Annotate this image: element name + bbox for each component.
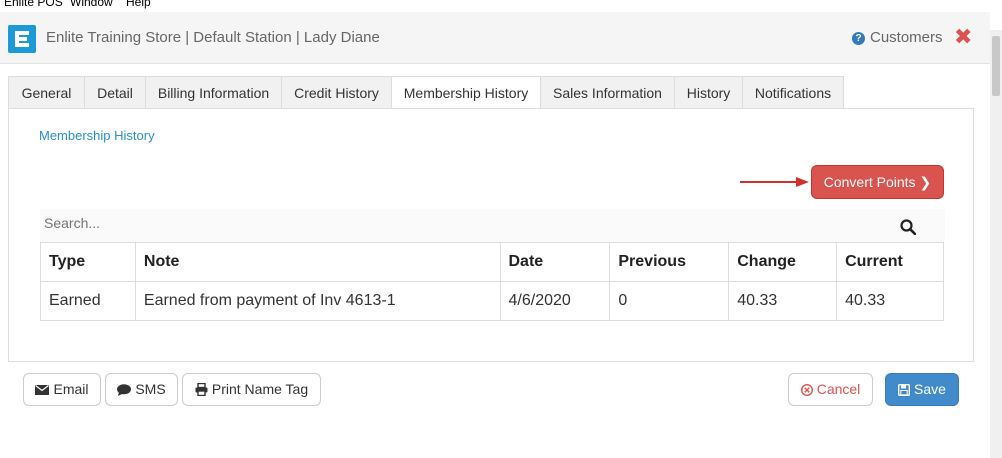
- save-button[interactable]: Save: [885, 373, 959, 406]
- cancel-x-icon: [800, 383, 813, 397]
- tab-notifications[interactable]: Notifications: [742, 76, 844, 109]
- search-input[interactable]: [44, 215, 864, 231]
- cell-change: 40.33: [728, 281, 838, 321]
- question-circle-icon: ?: [852, 32, 865, 45]
- app-title: Enlite Training Store | Default Station …: [46, 29, 380, 46]
- tab-sales-information[interactable]: Sales Information: [540, 76, 675, 109]
- table-header-row: Type Note Date Previous Change Current: [40, 242, 944, 282]
- tab-history[interactable]: History: [674, 76, 743, 109]
- red-arrow-head: [796, 177, 809, 187]
- tab-detail[interactable]: Detail: [84, 76, 146, 109]
- print-name-tag-button[interactable]: Print Name Tag: [182, 373, 321, 406]
- sms-button[interactable]: SMS: [105, 373, 178, 406]
- red-arrow-annotation: [740, 181, 800, 183]
- menu-window[interactable]: Window: [70, 0, 113, 9]
- tab-billing-information[interactable]: Billing Information: [145, 76, 282, 109]
- membership-table: Type Note Date Previous Change Current E…: [40, 242, 944, 321]
- tab-membership-history[interactable]: Membership History: [391, 76, 541, 110]
- chevron-right-icon: ❯: [919, 174, 932, 190]
- close-icon[interactable]: ✖: [954, 24, 972, 50]
- enlite-logo: [8, 25, 36, 53]
- cell-current: 40.33: [836, 281, 944, 321]
- cell-note: Earned from payment of Inv 4613-1: [134, 281, 501, 321]
- help-label: Customers: [870, 29, 943, 46]
- sms-label: SMS: [135, 381, 166, 397]
- cell-type: Earned: [40, 281, 136, 321]
- col-change[interactable]: Change: [728, 242, 838, 282]
- menu-app[interactable]: Enlite POS: [4, 0, 63, 9]
- menu-help[interactable]: Help: [126, 0, 151, 9]
- app-header: Enlite Training Store | Default Station …: [0, 12, 990, 64]
- vertical-scrollbar[interactable]: [990, 30, 1002, 458]
- col-note[interactable]: Note: [134, 242, 501, 282]
- cancel-label: Cancel: [816, 381, 861, 397]
- table-row[interactable]: Earned Earned from payment of Inv 4613-1…: [40, 281, 944, 321]
- envelope-icon: [35, 385, 50, 395]
- email-button[interactable]: Email: [23, 373, 101, 406]
- convert-points-label: Convert Points: [823, 174, 916, 190]
- cell-previous: 0: [609, 281, 730, 321]
- col-previous[interactable]: Previous: [609, 242, 730, 282]
- cell-date: 4/6/2020: [499, 281, 611, 321]
- col-current[interactable]: Current: [836, 242, 944, 282]
- section-title: Membership History: [39, 128, 155, 143]
- tab-credit-history[interactable]: Credit History: [281, 76, 392, 109]
- print-label: Print Name Tag: [211, 381, 309, 397]
- scrollbar-thumb[interactable]: [992, 36, 1000, 96]
- membership-panel: Membership History Convert Points❯ Type …: [8, 108, 974, 362]
- os-menubar: Enlite POS Window Help: [0, 0, 1002, 12]
- save-label: Save: [914, 381, 946, 397]
- floppy-disk-icon: [898, 383, 911, 397]
- convert-points-button[interactable]: Convert Points ❯: [811, 165, 944, 199]
- cancel-button[interactable]: Cancel: [788, 373, 873, 406]
- search-bar: [40, 209, 945, 242]
- col-type[interactable]: Type: [40, 242, 136, 282]
- col-date[interactable]: Date: [499, 242, 611, 282]
- email-label: Email: [53, 381, 89, 397]
- customers-help-link[interactable]: ? Customers: [852, 29, 943, 46]
- comment-icon: [117, 384, 132, 396]
- print-icon: [195, 382, 208, 397]
- search-icon[interactable]: [900, 219, 916, 235]
- tab-general[interactable]: General: [8, 76, 85, 109]
